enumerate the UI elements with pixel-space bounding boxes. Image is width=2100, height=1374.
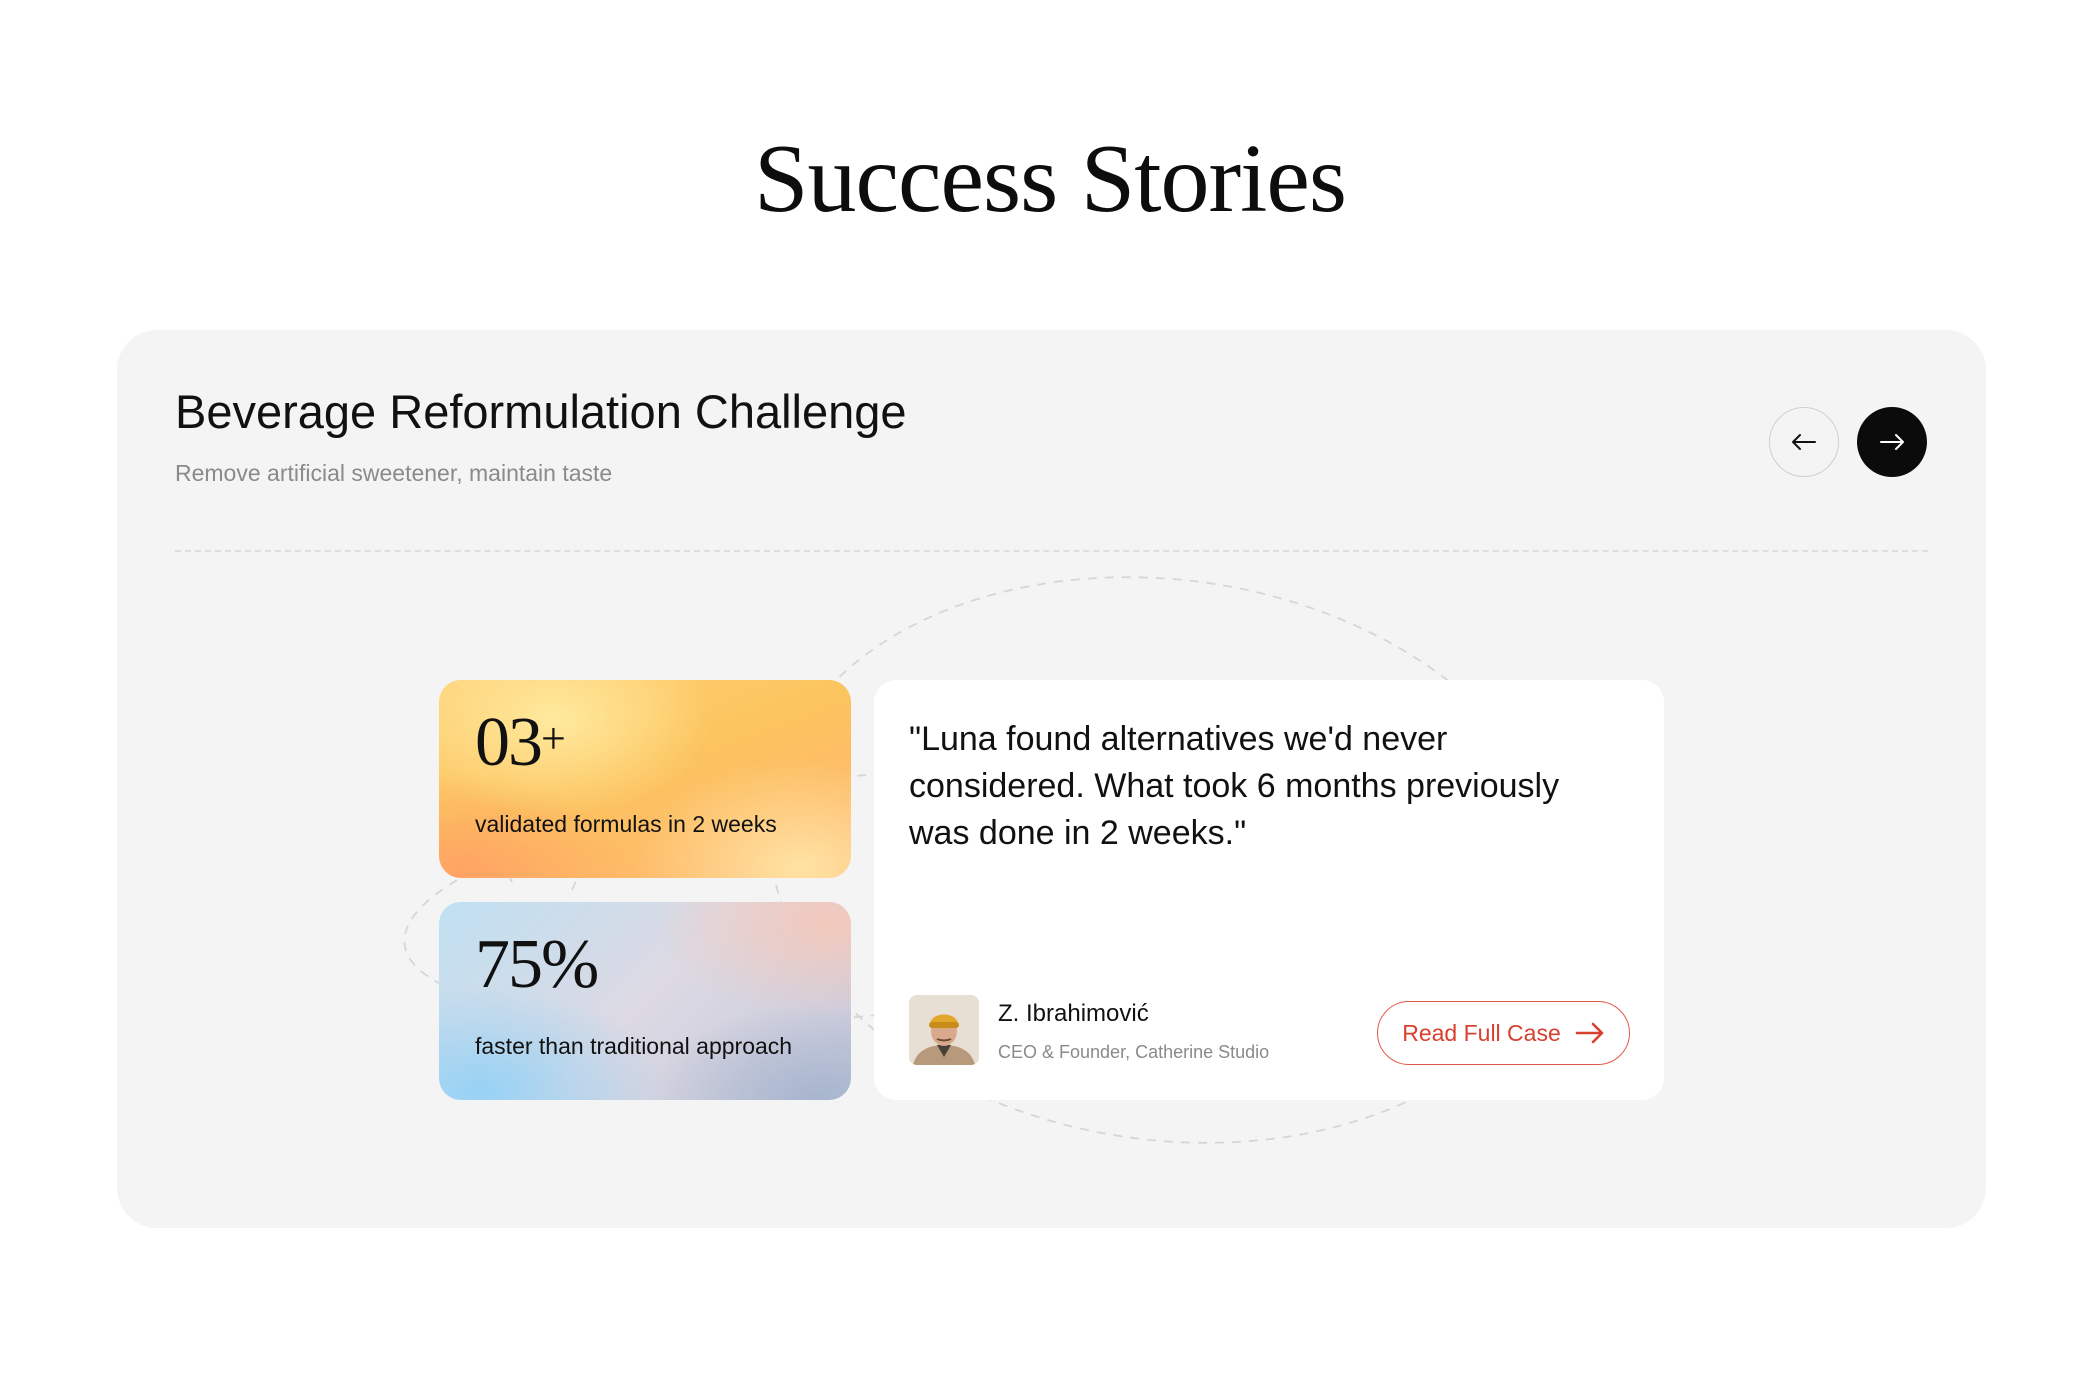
- arrow-left-icon: [1792, 434, 1816, 450]
- read-full-case-button[interactable]: Read Full Case: [1377, 1001, 1630, 1065]
- stat-label: validated formulas in 2 weeks: [475, 811, 777, 837]
- author-role: CEO & Founder, Catherine Studio: [998, 1042, 1270, 1062]
- stat-card-formulas: 03+ validated formulas in 2 weeks: [439, 680, 851, 878]
- avatar: [909, 995, 979, 1065]
- arrow-right-icon: [1575, 1022, 1604, 1044]
- stat-card-speed: 75% faster than traditional approach: [439, 902, 851, 1100]
- story-subtitle: Remove artificial sweetener, maintain ta…: [175, 460, 613, 486]
- testimonial-quote: "Luna found alternatives we'd never cons…: [909, 720, 1560, 852]
- story-title: Beverage Reformulation Challenge: [175, 385, 907, 438]
- divider: [175, 550, 1928, 552]
- stat-label: faster than traditional approach: [475, 1033, 793, 1059]
- testimonial-card: "Luna found alternatives we'd never cons…: [874, 680, 1664, 1100]
- previous-story-button[interactable]: [1769, 407, 1839, 477]
- stat-value: 03+: [475, 704, 566, 781]
- success-story-card: Beverage Reformulation Challenge Remove …: [117, 330, 1986, 1228]
- read-full-case-label: Read Full Case: [1402, 1019, 1561, 1046]
- stat-value: 75%: [475, 926, 599, 1003]
- author-name: Z. Ibrahimović: [998, 1000, 1149, 1027]
- arrow-right-icon: [1880, 434, 1904, 450]
- page-title: Success Stories: [754, 125, 1347, 233]
- next-story-button[interactable]: [1857, 407, 1927, 477]
